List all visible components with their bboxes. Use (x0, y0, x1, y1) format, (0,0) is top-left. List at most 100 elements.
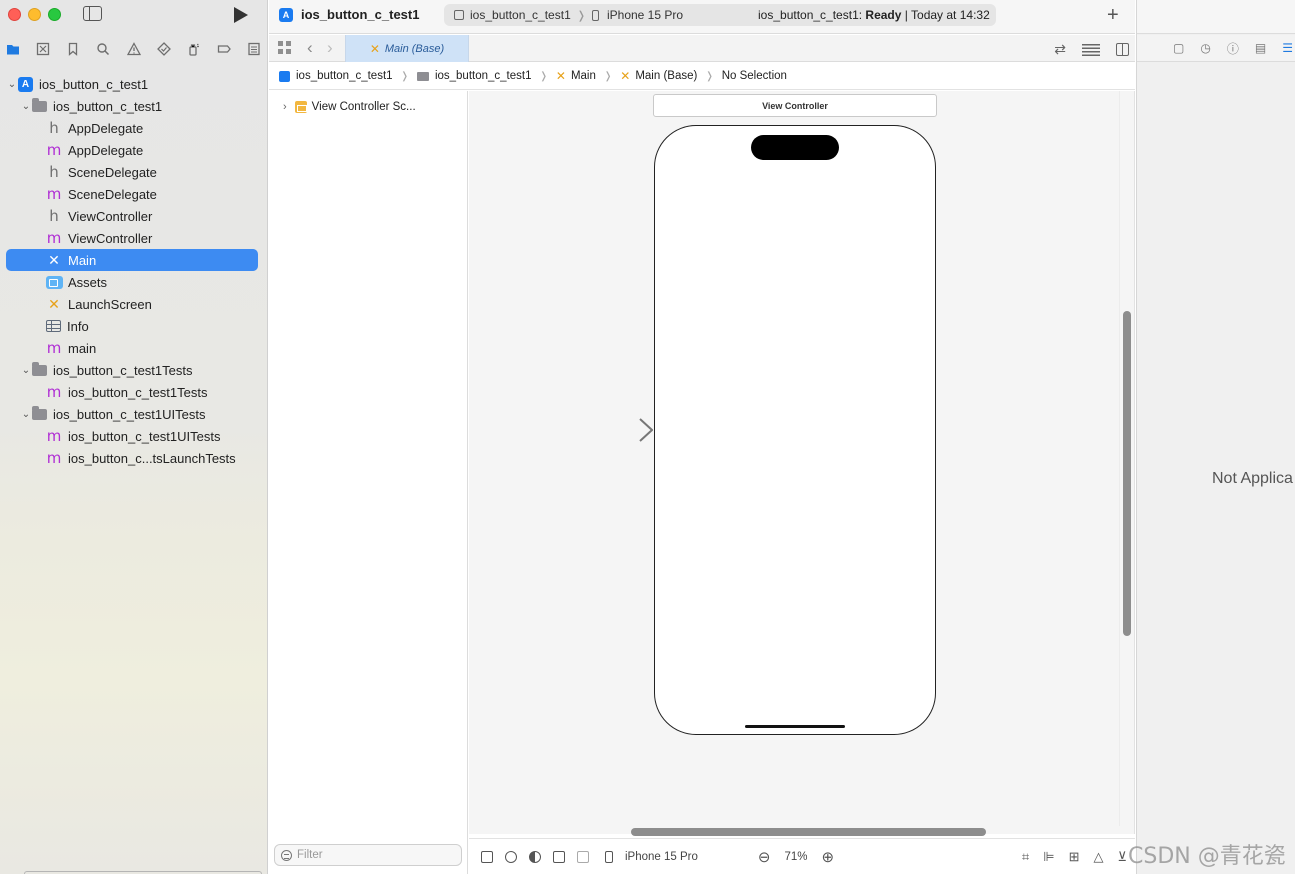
tree-row[interactable]: m ViewController (6, 227, 258, 249)
jumpbar-selection[interactable]: No Selection (722, 70, 787, 82)
initial-view-controller-arrow-icon[interactable] (583, 417, 653, 443)
minimize-window-button[interactable] (28, 8, 41, 21)
align-icon[interactable]: ⊫ (1043, 849, 1054, 865)
disclosure-chevron-icon[interactable]: ⌄ (6, 79, 18, 90)
tree-row[interactable]: h AppDelegate (6, 117, 258, 139)
tree-row[interactable]: ⌄ ios_button_c_test1 (6, 95, 258, 117)
debug-navigator-tab[interactable] (185, 41, 203, 57)
tree-row[interactable]: ✕ Main (6, 249, 258, 271)
objc-file-icon: m (46, 382, 62, 401)
tree-row-label: ios_button_c_test1UITests (68, 428, 221, 444)
tree-row[interactable]: m ios_button_c_test1Tests (6, 381, 258, 403)
device-configuration[interactable]: iPhone 15 Pro (625, 851, 698, 863)
bookmark-navigator-tab[interactable] (64, 41, 82, 57)
source-control-icon (36, 42, 50, 56)
jump-bar: ios_button_c_test1 ❭ ios_button_c_test1 … (269, 63, 1135, 90)
identity-inspector-icon[interactable]: ▤ (1255, 41, 1266, 55)
tree-row[interactable]: Info (6, 315, 258, 337)
destination-selector[interactable]: iPhone 15 Pro (607, 8, 683, 22)
disclosure-chevron-icon[interactable]: ⌄ (20, 101, 32, 112)
tab-main-base[interactable]: ✕ Main (Base) (345, 35, 469, 62)
outline-toggle-icon[interactable] (481, 850, 493, 863)
outline-filter-field[interactable]: Filter (274, 844, 462, 866)
chevron-right-icon[interactable]: › (283, 101, 287, 113)
objc-file-icon: m (46, 448, 62, 467)
split-editor-icon[interactable] (1116, 43, 1129, 56)
trait-variation-icon[interactable] (577, 850, 589, 863)
chevron-right-icon: ❭ (603, 70, 613, 82)
jumpbar-localization[interactable]: ✕ Main (Base) (620, 69, 697, 83)
add-constraints-icon[interactable]: ⊞ (1069, 849, 1080, 865)
tree-row-label: SceneDelegate (68, 186, 157, 202)
tree-row[interactable]: m AppDelegate (6, 139, 258, 161)
tree-row[interactable]: h SceneDelegate (6, 161, 258, 183)
scheme-icon (454, 10, 464, 20)
jumpbar-file-label: Main (570, 70, 596, 82)
go-forward-button[interactable]: › (327, 38, 333, 58)
tree-row[interactable]: m SceneDelegate (6, 183, 258, 205)
project-navigator: ⌄ Aios_button_c_test1 ⌄ ios_button_c_test1 h… (0, 0, 268, 874)
project-title[interactable]: A ios_button_c_test1 (279, 7, 419, 22)
breakpoint-navigator-tab[interactable] (215, 41, 233, 57)
jumpbar-group[interactable]: ios_button_c_test1 (416, 70, 531, 82)
add-library-button[interactable]: + (1107, 4, 1119, 27)
bookmark-icon (69, 42, 78, 56)
tree-row[interactable]: m ios_button_c_test1UITests (6, 425, 258, 447)
objc-file-icon: m (46, 338, 62, 357)
embed-in-icon[interactable]: ⊻ (1117, 849, 1127, 865)
inspector-empty-message: Not Applica (1212, 470, 1293, 487)
outline-scene-row[interactable]: › View Controller Sc... (283, 101, 416, 113)
attributes-inspector-icon[interactable]: ☰ (1282, 41, 1293, 55)
tree-row[interactable]: ⌄ ios_button_c_test1Tests (6, 359, 258, 381)
run-button[interactable] (234, 7, 248, 23)
zoom-window-button[interactable] (48, 8, 61, 21)
tree-row[interactable]: ✕ LaunchScreen (6, 293, 258, 315)
tree-row[interactable]: m ios_button_c...tsLaunchTests (6, 447, 258, 469)
zoom-out-icon[interactable]: ⊖ (758, 848, 771, 866)
tree-row[interactable]: ⌄ ios_button_c_test1UITests (6, 403, 258, 425)
chevron-right-icon: ❭ (576, 9, 586, 22)
file-inspector-icon[interactable]: ▢ (1173, 41, 1184, 55)
appearance-icon[interactable] (529, 850, 541, 863)
test-navigator-tab[interactable] (155, 41, 173, 57)
vertical-scrollbar[interactable] (1123, 311, 1131, 636)
source-control-navigator-tab[interactable] (34, 41, 52, 57)
view-controller-scene[interactable] (654, 125, 936, 735)
update-frames-icon[interactable]: ⌗ (1022, 849, 1029, 865)
disclosure-chevron-icon[interactable]: ⌄ (20, 365, 32, 376)
sidebar-toggle-icon[interactable] (83, 6, 102, 21)
issue-navigator-tab[interactable] (125, 41, 143, 57)
project-navigator-tab[interactable] (4, 41, 22, 57)
storyboard-canvas[interactable]: View Controller (469, 91, 1135, 836)
resolve-issues-icon[interactable]: △ (1093, 849, 1103, 865)
tree-row-label: ios_button_c_test1Tests (68, 384, 208, 400)
jumpbar-project[interactable]: ios_button_c_test1 (279, 70, 393, 82)
accessibility-icon[interactable] (505, 850, 517, 863)
go-back-button[interactable]: ‹ (307, 38, 313, 58)
zoom-level[interactable]: 71% (784, 851, 807, 863)
close-window-button[interactable] (8, 8, 21, 21)
horizontal-scrollbar[interactable] (631, 828, 986, 836)
scheme-selector[interactable]: ios_button_c_test1 (470, 8, 571, 22)
help-inspector-icon[interactable]: ⓘ (1227, 40, 1239, 57)
tree-row[interactable]: h ViewController (6, 205, 258, 227)
tree-row-label: Main (68, 252, 97, 268)
tree-row[interactable]: ⌄ Aios_button_c_test1 (6, 73, 258, 95)
tree-row[interactable]: m main (6, 337, 258, 359)
jumpbar-file[interactable]: ✕ Main (556, 69, 596, 83)
swap-icon[interactable]: ⇄ (1054, 41, 1066, 58)
related-items-icon[interactable] (278, 41, 291, 54)
zoom-in-icon[interactable]: ⊕ (822, 848, 835, 866)
status-state: Ready (865, 8, 902, 22)
history-inspector-icon[interactable]: ◷ (1200, 41, 1210, 55)
disclosure-chevron-icon[interactable]: ⌄ (20, 409, 32, 420)
find-navigator-tab[interactable] (94, 41, 112, 57)
header-file-icon: h (49, 162, 59, 181)
status-time: | Today at 14:32 (904, 8, 990, 22)
report-navigator-tab[interactable] (245, 41, 263, 57)
scene-title-bar[interactable]: View Controller (653, 94, 937, 117)
orientation-icon[interactable] (553, 850, 565, 863)
editor-options-icon[interactable] (1082, 43, 1100, 56)
status-project: ios_button_c_test1: (758, 8, 863, 22)
tree-row[interactable]: Assets (6, 271, 258, 293)
